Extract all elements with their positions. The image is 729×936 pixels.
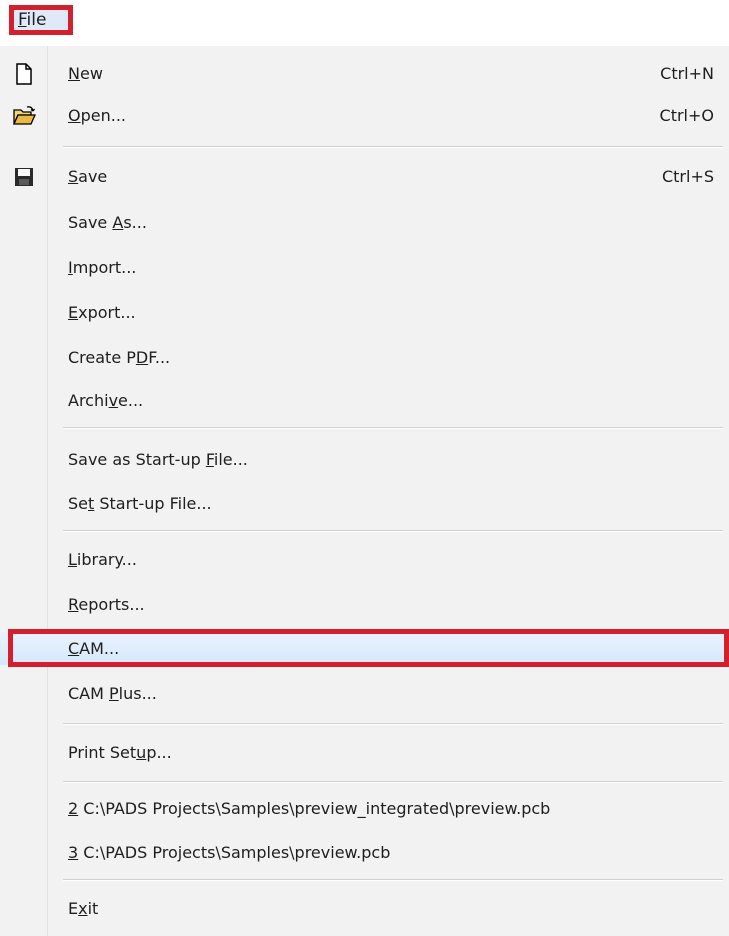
- menu-item-label: Save: [68, 167, 108, 186]
- menu-item-recent-file-2[interactable]: 2 C:\PADS Projects\Samples\preview_integ…: [0, 791, 729, 825]
- menu-item-create-pdf[interactable]: Create PDF...: [0, 340, 729, 374]
- menu-item-label: CAM Plus...: [68, 684, 157, 703]
- menu-item-label: 2 C:\PADS Projects\Samples\preview_integ…: [68, 799, 551, 818]
- menu-item-label: Library...: [68, 550, 137, 569]
- menu-item-new[interactable]: New Ctrl+N: [0, 56, 729, 90]
- menu-item-label: 3 C:\PADS Projects\Samples\preview.pcb: [68, 843, 391, 862]
- menu-item-import[interactable]: Import...: [0, 250, 729, 284]
- menu-item-label: Open...: [68, 106, 126, 125]
- file-mnemonic: F: [18, 10, 27, 30]
- menu-item-reports[interactable]: Reports...: [0, 587, 729, 621]
- menu-item-cam-plus[interactable]: CAM Plus...: [0, 676, 729, 710]
- separator: [63, 781, 723, 783]
- menu-item-label: Set Start-up File...: [68, 494, 212, 513]
- menu-item-label: Import...: [68, 258, 137, 277]
- shortcut-label: Ctrl+O: [659, 106, 714, 125]
- menu-item-save-startup-file[interactable]: Save as Start-up File...: [0, 442, 729, 476]
- screenshot: File New Ctrl+N Open... Ctrl+O Save Ctrl…: [0, 0, 729, 936]
- separator: [63, 879, 723, 881]
- separator: [63, 146, 723, 148]
- menu-item-label: Print Setup...: [68, 743, 172, 762]
- menu-item-label: CAM...: [68, 639, 120, 658]
- separator: [63, 427, 723, 429]
- shortcut-label: Ctrl+S: [661, 167, 714, 186]
- separator: [63, 723, 723, 725]
- menu-item-label: New: [68, 64, 103, 83]
- menu-item-cam[interactable]: CAM...: [0, 631, 729, 665]
- menu-item-label: Export...: [68, 303, 136, 322]
- file-dropdown-menu: New Ctrl+N Open... Ctrl+O Save Ctrl+S Sa…: [0, 46, 729, 936]
- menu-item-save[interactable]: Save Ctrl+S: [0, 159, 729, 193]
- menu-item-save-as[interactable]: Save As...: [0, 205, 729, 239]
- menu-item-archive[interactable]: Archive...: [0, 383, 729, 417]
- menu-item-recent-file-3[interactable]: 3 C:\PADS Projects\Samples\preview.pcb: [0, 835, 729, 869]
- menu-item-open[interactable]: Open... Ctrl+O: [0, 98, 729, 132]
- new-file-icon: [16, 63, 32, 85]
- menu-item-label: Save as Start-up File...: [68, 450, 248, 469]
- menu-item-label: Exit: [68, 899, 99, 918]
- menu-item-label: Create PDF...: [68, 348, 171, 367]
- menu-item-label: Save As...: [68, 213, 147, 232]
- shortcut-label: Ctrl+N: [660, 64, 714, 83]
- menu-item-label: Archive...: [68, 391, 144, 410]
- menu-bar: File: [0, 0, 729, 46]
- open-folder-icon: [12, 106, 36, 125]
- file-menu-title[interactable]: File: [9, 5, 73, 35]
- menu-item-exit[interactable]: Exit: [0, 891, 729, 925]
- menu-item-library[interactable]: Library...: [0, 542, 729, 576]
- menu-item-export[interactable]: Export...: [0, 295, 729, 329]
- floppy-disk-icon: [15, 168, 33, 186]
- menu-item-label: Reports...: [68, 595, 145, 614]
- separator: [63, 530, 723, 532]
- menu-item-print-setup[interactable]: Print Setup...: [0, 735, 729, 769]
- menu-item-set-startup-file[interactable]: Set Start-up File...: [0, 486, 729, 520]
- file-title-rest: ile: [26, 10, 47, 30]
